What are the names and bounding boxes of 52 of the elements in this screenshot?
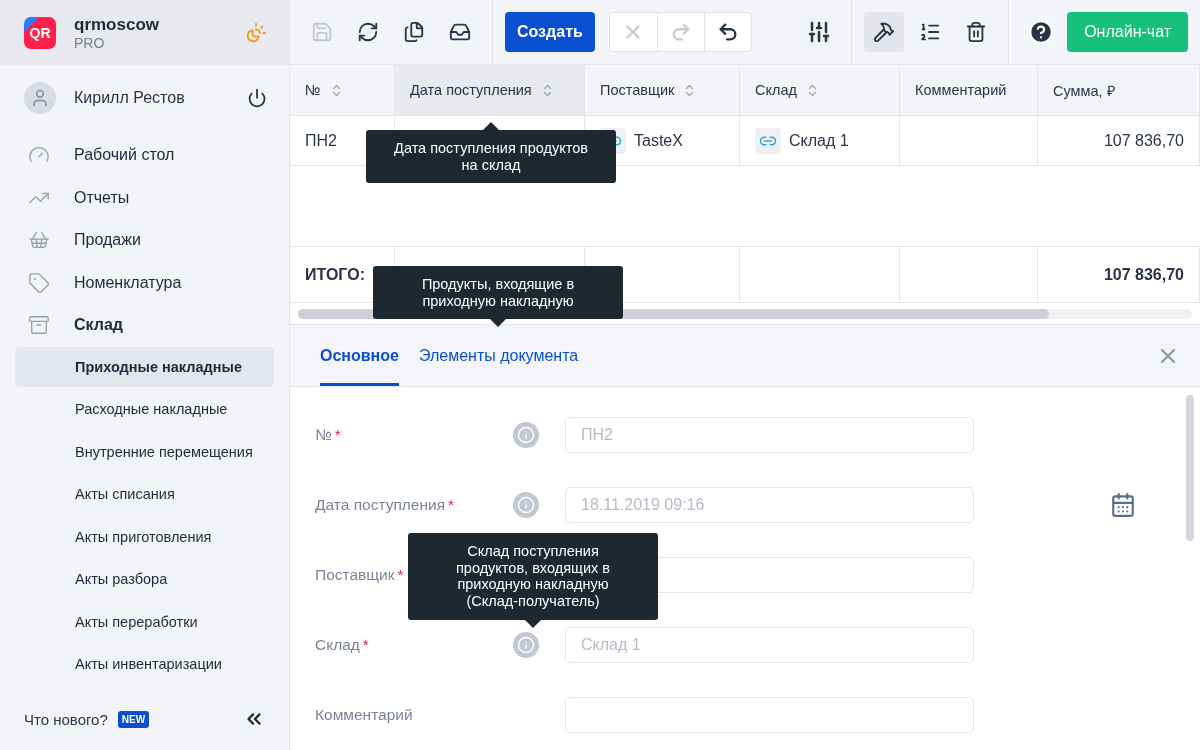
total-label: ИТОГО: (305, 265, 365, 284)
sidebar-subitem[interactable]: Акты переработки (15, 601, 274, 642)
sidebar-subitem[interactable]: Акты инвентаризации (15, 644, 274, 684)
theme-toggle-icon[interactable] (245, 21, 267, 44)
sidebar-item[interactable]: Продажи (15, 219, 274, 262)
column-header[interactable]: № (290, 65, 395, 116)
column-header[interactable]: Поставщик (585, 65, 740, 116)
field-label: Дата поступления * (315, 496, 455, 514)
tab[interactable]: Основное (320, 325, 399, 386)
table-cell: ПН2 (305, 131, 337, 150)
table-cell: TasteX (634, 131, 683, 150)
field-label: Комментарий (315, 706, 413, 724)
tab[interactable]: Элементы документа (418, 325, 579, 386)
avatar (24, 81, 56, 114)
column-header[interactable]: Склад (740, 65, 900, 116)
column-header[interactable]: Комментарий (900, 65, 1038, 116)
calendar-icon[interactable] (1110, 492, 1136, 518)
column-header[interactable]: Дата поступления (395, 65, 585, 116)
create-button[interactable]: Создать (505, 12, 595, 52)
field-label: Склад * (315, 636, 369, 654)
sidebar-item[interactable]: Отчеты (15, 176, 274, 219)
field-label: № * (315, 426, 341, 444)
table-cell: Склад 1 (789, 131, 849, 150)
input-field[interactable] (565, 697, 974, 733)
link-icon (755, 127, 781, 154)
archive-box-icon (28, 314, 50, 337)
new-badge: NEW (117, 710, 150, 728)
sidebar-subitem[interactable]: Акты списания (15, 474, 274, 514)
column-header[interactable]: Сумма, ₽ (1038, 65, 1200, 116)
field-label: Поставщик * (315, 566, 404, 584)
table-cell: 107 836,70 (1103, 131, 1184, 150)
tooltip-text: Дата поступления продуктов на склад (394, 140, 588, 173)
tag-icon (28, 271, 50, 294)
sidebar-subitem[interactable]: Акты разбора (15, 559, 274, 599)
total-amount: 107 836,70 (1103, 265, 1184, 284)
whats-new-link[interactable]: Что нового? (24, 710, 108, 728)
sidebar-item[interactable]: Склад (15, 304, 274, 347)
sidebar-subitem[interactable]: Акты приготовления (15, 516, 274, 557)
logo: QR (24, 16, 56, 49)
sidebar-subitem[interactable]: Внутренние перемещения (15, 431, 274, 472)
sidebar-subitem[interactable]: Расходные накладные (15, 389, 274, 429)
tooltip-text: Склад поступления продуктов, входящих в приходную накладную (Склад-получатель) (455, 543, 610, 609)
hammer-icon[interactable] (864, 12, 905, 52)
sidebar-subitem[interactable]: Приходные накладные (15, 346, 274, 387)
user-name: Кирилл Рестов (74, 88, 186, 107)
sidebar-item[interactable]: Номенклатура (15, 261, 274, 304)
brand-name: qrmoscow (74, 14, 161, 35)
sidebar-item[interactable]: Рабочий стол (15, 134, 274, 177)
plan-label: PRO (74, 34, 106, 51)
scrollbar-thumb[interactable] (1186, 395, 1194, 541)
tooltip-text: Продукты, входящие в приходную накладную (421, 276, 575, 309)
power-icon[interactable] (247, 87, 267, 108)
